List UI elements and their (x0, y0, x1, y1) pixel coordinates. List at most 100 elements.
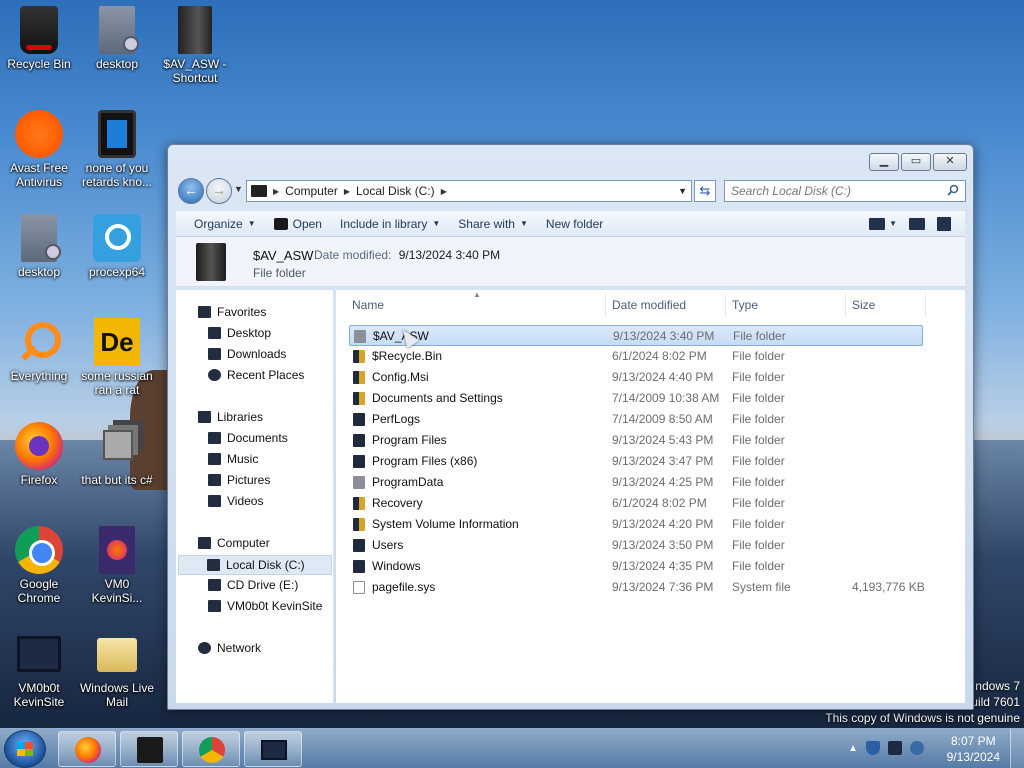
breadcrumb-separator-icon[interactable]: ▶ (344, 187, 350, 196)
nav-network[interactable]: Network (198, 641, 261, 655)
column-header-date[interactable]: Date modified (612, 298, 686, 312)
column-divider[interactable] (605, 294, 606, 316)
maximize-button[interactable]: ▭ (901, 153, 931, 171)
shield-icon[interactable] (866, 741, 880, 755)
taskbar-firefox[interactable] (58, 731, 116, 767)
desktop-icon-label: procexp64 (88, 265, 146, 279)
file-date: 9/13/2024 5:43 PM (612, 433, 714, 447)
change-view-icon[interactable] (869, 217, 886, 230)
nav-cd-drive[interactable]: CD Drive (E:) (208, 578, 298, 592)
volume-icon[interactable] (910, 741, 924, 755)
nav-documents[interactable]: Documents (208, 431, 288, 445)
desktop-icon-desktop-1[interactable]: desktop (78, 6, 156, 71)
column-header-type[interactable]: Type (732, 298, 758, 312)
nav-vm0b0t-kevinsite[interactable]: VM0b0t KevinSite (208, 599, 322, 613)
help-icon[interactable] (937, 216, 951, 231)
preview-pane-icon[interactable] (909, 217, 925, 230)
breadcrumb-computer[interactable]: Computer (285, 184, 338, 198)
file-row[interactable]: Documents and Settings 7/14/2009 10:38 A… (349, 388, 923, 409)
desktop-icon-av-asw-shortcut[interactable]: $AV_ASW - Shortcut (156, 6, 234, 85)
nav-computer[interactable]: Computer (198, 536, 270, 550)
breadcrumb-separator-icon[interactable]: ▶ (273, 187, 279, 196)
show-hidden-icons[interactable]: ▲ (848, 743, 858, 754)
avast-icon (15, 110, 63, 158)
address-bar[interactable]: ▶ Computer ▶ Local Disk (C:) ▶ ▼ (246, 180, 692, 202)
taskbar-explorer[interactable] (120, 731, 178, 767)
include-in-library-button[interactable]: Include in library ▼ (340, 217, 440, 231)
file-row[interactable]: PerfLogs 7/14/2009 8:50 AM File folder (349, 409, 923, 430)
share-with-button[interactable]: Share with ▼ (458, 217, 528, 231)
breadcrumb-separator-icon[interactable]: ▶ (441, 187, 447, 196)
clock[interactable]: 8:07 PM 9/13/2024 (947, 733, 1000, 765)
minimize-button[interactable]: ▁ (869, 153, 899, 171)
desktop-icon-some-russian[interactable]: De some russian ran a rat (78, 318, 156, 397)
desktop-icon-windows-live-mail[interactable]: Windows Live Mail (78, 630, 156, 709)
address-dropdown-icon[interactable]: ▼ (678, 186, 687, 196)
breadcrumb-local-disk[interactable]: Local Disk (C:) (356, 184, 435, 198)
file-row[interactable]: $Recycle.Bin 6/1/2024 8:02 PM File folde… (349, 346, 923, 367)
taskbar-remote-desktop[interactable] (244, 731, 302, 767)
file-type: File folder (732, 391, 785, 405)
taskbar-chrome[interactable] (182, 731, 240, 767)
column-divider[interactable] (725, 294, 726, 316)
mail-icon (97, 638, 137, 672)
close-button[interactable]: ✕ (933, 153, 967, 171)
recent-pages-dropdown[interactable]: ▼ (234, 184, 243, 194)
column-divider[interactable] (845, 294, 846, 316)
libraries-icon (198, 411, 211, 423)
file-row[interactable]: pagefile.sys 9/13/2024 7:36 PM System fi… (349, 577, 925, 598)
nav-libraries[interactable]: Libraries (198, 410, 263, 424)
file-row[interactable]: Program Files (x86) 9/13/2024 3:47 PM Fi… (349, 451, 923, 472)
file-row[interactable]: Config.Msi 9/13/2024 4:40 PM File folder (349, 367, 923, 388)
column-header-name[interactable]: Name (352, 298, 384, 312)
desktop-icon-label: some russian ran a rat (81, 369, 153, 397)
nav-local-disk[interactable]: Local Disk (C:) (178, 555, 332, 575)
nav-recent-places[interactable]: Recent Places (208, 368, 304, 382)
file-row[interactable]: Windows 9/13/2024 4:35 PM File folder (349, 556, 923, 577)
desktop-icon-none-of-you[interactable]: none of you retards kno... (78, 110, 156, 189)
nav-label: Network (217, 641, 262, 655)
desktop-icon-vm0-kevinsi[interactable]: VM0 KevinSi... (78, 526, 156, 605)
back-button[interactable]: ← (178, 178, 204, 204)
start-button[interactable] (4, 730, 46, 768)
nav-favorites[interactable]: Favorites (198, 305, 266, 319)
new-folder-button[interactable]: New folder (546, 217, 603, 231)
desktop-icon-avast[interactable]: Avast Free Antivirus (0, 110, 78, 189)
nav-downloads[interactable]: Downloads (208, 347, 286, 361)
view-dropdown-icon[interactable]: ▼ (889, 219, 897, 228)
desktop-icon-firefox[interactable]: Firefox (0, 422, 78, 487)
column-divider[interactable] (925, 294, 926, 316)
desktop-icon-procexp64[interactable]: procexp64 (78, 214, 156, 279)
open-button[interactable]: Open (273, 217, 322, 231)
desktop-icon-that-but-its-csharp[interactable]: that but its c# (78, 422, 156, 487)
document-icon (21, 214, 61, 262)
organize-button[interactable]: Organize ▼ (194, 217, 256, 231)
file-row[interactable]: ProgramData 9/13/2024 4:25 PM File folde… (349, 472, 923, 493)
nav-videos[interactable]: Videos (208, 494, 263, 508)
column-header-size[interactable]: Size (852, 298, 875, 312)
file-type: File folder (733, 329, 786, 343)
file-date: 9/13/2024 3:40 PM (613, 329, 715, 343)
desktop-icon-label: Google Chrome (17, 577, 61, 605)
refresh-button[interactable]: ⇆ (694, 180, 716, 202)
desktop-icon-chrome[interactable]: Google Chrome (0, 526, 78, 605)
file-row[interactable]: Users 9/13/2024 3:50 PM File folder (349, 535, 923, 556)
hard-drive-icon (207, 559, 220, 571)
desktop-icon-recycle-bin[interactable]: Recycle Bin (0, 6, 78, 71)
nav-label: Desktop (227, 326, 272, 340)
network-tray-icon[interactable] (888, 741, 902, 755)
nav-music[interactable]: Music (208, 452, 258, 466)
nav-desktop[interactable]: Desktop (208, 326, 271, 340)
search-icon[interactable] (947, 184, 959, 196)
desktop-icon-vm0b0t-kevinsite[interactable]: VM0b0t KevinSite (0, 630, 78, 709)
file-row[interactable]: $AV_ASW 9/13/2024 3:40 PM File folder (349, 325, 923, 346)
nav-pictures[interactable]: Pictures (208, 473, 270, 487)
desktop-icon-everything[interactable]: Everything (0, 318, 78, 383)
file-row[interactable]: Program Files 9/13/2024 5:43 PM File fol… (349, 430, 923, 451)
search-input[interactable]: Search Local Disk (C:) (724, 180, 966, 202)
desktop-icon-desktop-2[interactable]: desktop (0, 214, 78, 279)
show-desktop-button[interactable] (1010, 729, 1024, 768)
forward-button[interactable]: → (206, 178, 232, 204)
file-row[interactable]: Recovery 6/1/2024 8:02 PM File folder (349, 493, 923, 514)
file-row[interactable]: System Volume Information 9/13/2024 4:20… (349, 514, 923, 535)
